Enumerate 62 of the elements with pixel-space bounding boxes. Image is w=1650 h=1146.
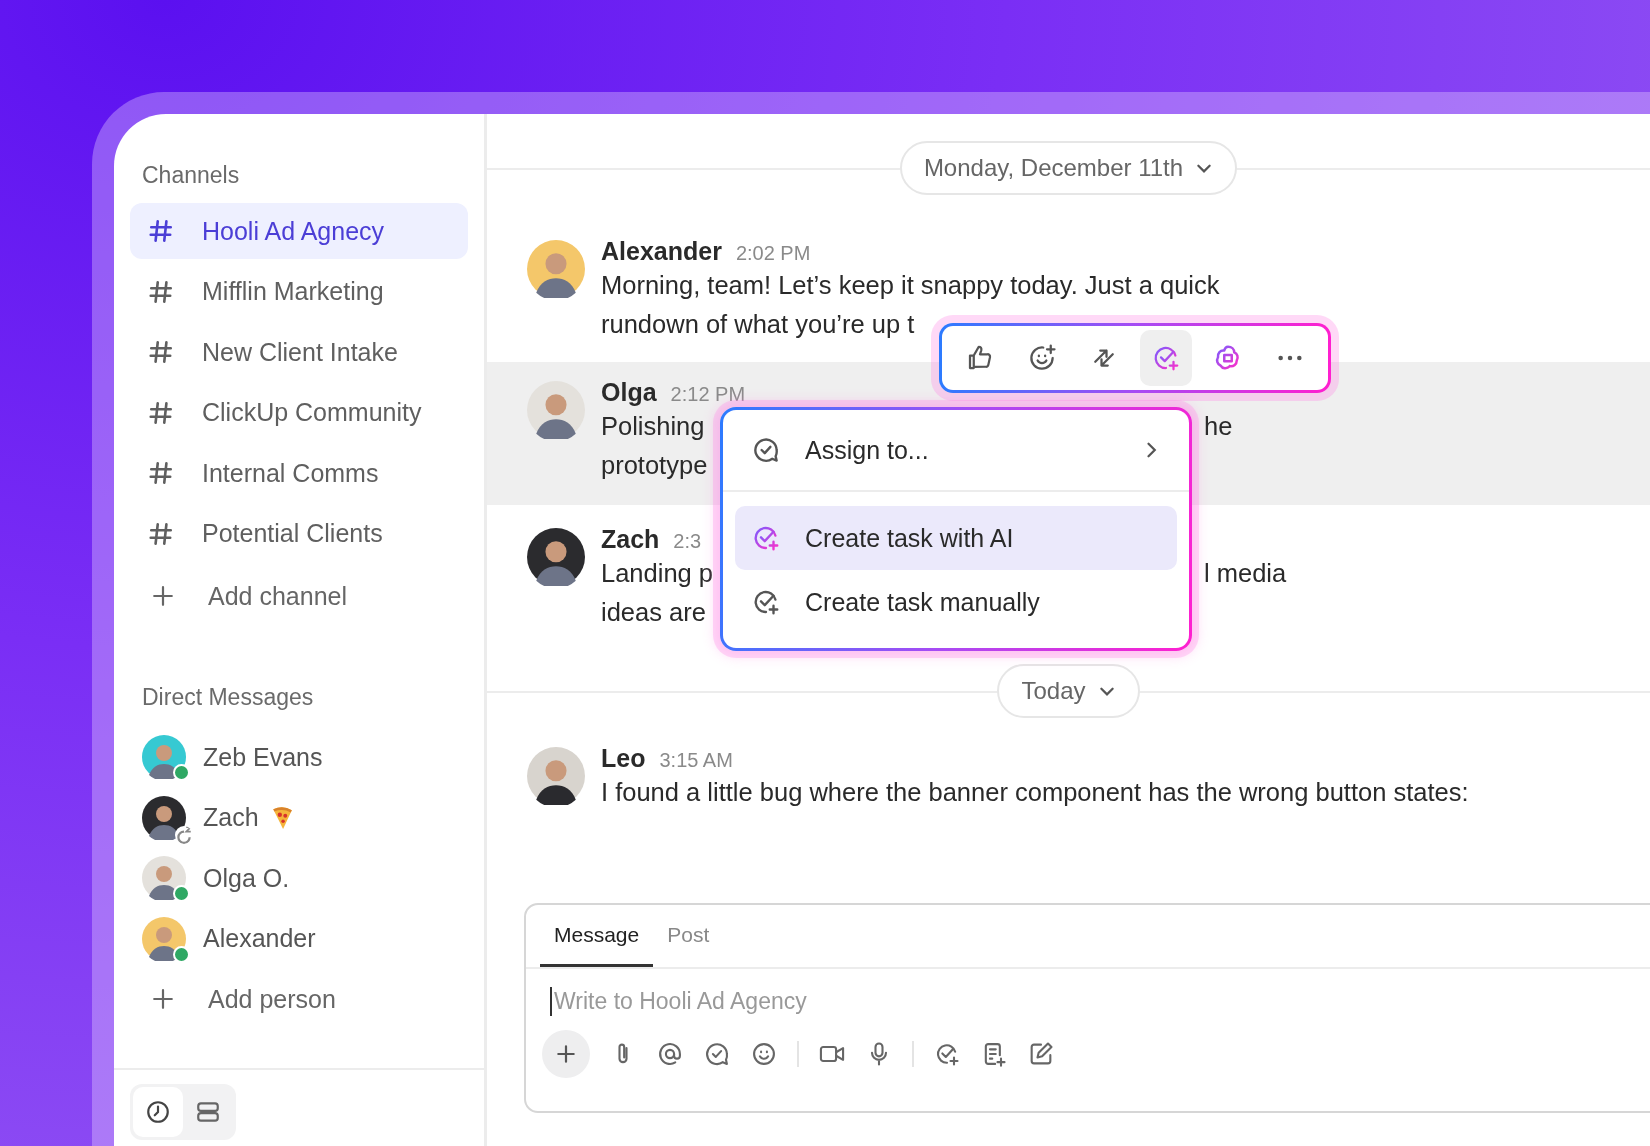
author-name: Alexander — [601, 237, 722, 266]
message-time: 2:12 PM — [670, 383, 746, 406]
add-person-button[interactable]: Add person — [130, 969, 468, 1029]
message-time: 3:15 AM — [659, 749, 733, 772]
message-time: 2:02 PM — [735, 242, 811, 265]
author-name: Olga — [601, 378, 657, 407]
channel-item[interactable]: Mifflin Marketing — [130, 263, 468, 320]
message-text: Polishing — [601, 412, 705, 440]
message-text: he — [1204, 411, 1233, 442]
message-time: 2:3 — [673, 530, 702, 553]
author-name: Leo — [601, 744, 646, 773]
composer-tab[interactable]: Message — [540, 905, 654, 967]
create-task-button[interactable] — [1140, 330, 1192, 386]
plus-icon — [555, 1043, 577, 1065]
add-reaction-icon — [1027, 343, 1057, 373]
author-name: Zach — [601, 525, 660, 554]
channel-item[interactable]: New Client Intake — [130, 324, 468, 380]
menu-item[interactable]: Create task manually — [735, 570, 1177, 634]
message-text: I found a little bug where the banner component has the wrong button states: — [601, 778, 1469, 806]
clock-icon — [145, 1099, 171, 1125]
mention-icon[interactable] — [656, 1040, 684, 1068]
date-dropdown[interactable]: Monday, December 11th — [899, 141, 1238, 195]
person-item[interactable]: Alexander — [130, 908, 468, 969]
plus-icon — [152, 988, 174, 1010]
message-text: prototype — [601, 451, 708, 479]
hash-icon — [148, 339, 174, 365]
hash-icon — [148, 218, 174, 244]
add-button[interactable] — [542, 1030, 590, 1078]
person-name: Zeb Evans — [203, 742, 323, 772]
list-icon — [195, 1099, 221, 1125]
check-bubble-icon[interactable] — [703, 1040, 731, 1068]
composer-tab[interactable]: Post — [653, 905, 724, 967]
hash-icon — [148, 460, 174, 486]
person-item[interactable]: Zach — [130, 787, 468, 848]
person-name: Zach — [203, 803, 259, 833]
menu-item[interactable]: Create task with AI — [735, 506, 1177, 570]
hash-icon — [148, 278, 174, 305]
person-name: Alexander — [203, 924, 316, 954]
person-item[interactable]: Olga O. — [130, 848, 468, 909]
channel-item[interactable]: Internal Comms — [130, 445, 468, 501]
date-dropdown[interactable]: Today — [997, 664, 1140, 718]
hash-icon — [148, 399, 174, 426]
person-item[interactable]: Zeb Evans — [130, 727, 468, 788]
person-name: Olga O. — [203, 863, 290, 893]
check-bubble-icon — [751, 435, 781, 465]
message-text: Morning, team! Let’s keep it snappy today. Just a quick — [601, 271, 1220, 299]
message-text: l media — [1204, 558, 1287, 589]
clock-button[interactable] — [133, 1087, 183, 1137]
plus-icon — [152, 585, 174, 607]
section-heading: Channels — [141, 162, 241, 189]
channel-item[interactable]: Potential Clients — [130, 505, 468, 562]
section-heading: Direct Messages — [141, 684, 315, 711]
channel-item[interactable]: ClickUp Community — [130, 384, 468, 441]
add-channel-button[interactable]: Add channel — [130, 566, 468, 626]
emoji-icon[interactable] — [750, 1040, 778, 1068]
message-text: Landing p — [601, 559, 714, 587]
hash-icon — [148, 520, 174, 547]
channel-item[interactable]: Hooli Ad Agnecy — [130, 203, 468, 259]
message-text: rundown of what you’re up t — [601, 310, 915, 338]
more-icon — [1278, 355, 1302, 361]
menu-item[interactable]: Assign to... — [735, 418, 1177, 482]
message-text: ideas are — [601, 598, 706, 626]
